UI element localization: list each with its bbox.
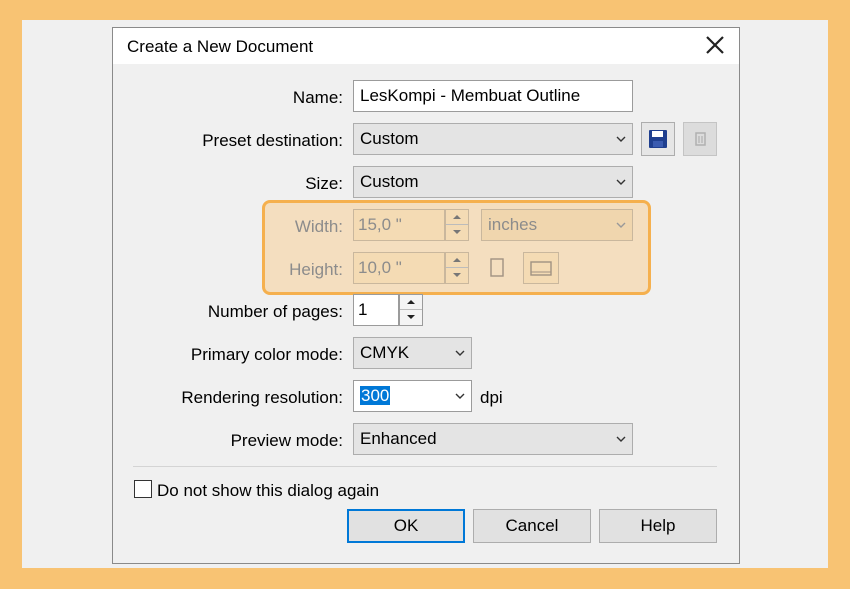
height-value: 10,0 "	[358, 258, 402, 277]
pages-decrement[interactable]	[400, 310, 422, 325]
units-select[interactable]: inches	[481, 209, 633, 241]
resolution-unit: dpi	[480, 388, 503, 407]
separator	[133, 466, 717, 467]
height-input[interactable]: 10,0 "	[353, 252, 445, 284]
preset-destination-label: Preset destination:	[202, 131, 343, 150]
width-value: 15,0 "	[358, 215, 402, 234]
create-document-dialog: Create a New Document Name: LesKompi - M…	[112, 27, 740, 564]
size-select[interactable]: Custom	[353, 166, 633, 198]
resolution-combo[interactable]: 300	[353, 380, 472, 412]
name-input-value: LesKompi - Membuat Outline	[360, 86, 581, 105]
preview-mode-value: Enhanced	[360, 429, 437, 448]
width-label: Width:	[294, 217, 343, 236]
cancel-button[interactable]: Cancel	[473, 509, 591, 543]
landscape-icon	[530, 261, 552, 276]
height-increment[interactable]	[446, 253, 468, 268]
pages-increment[interactable]	[400, 295, 422, 310]
dialog-titlebar: Create a New Document	[113, 28, 739, 64]
resolution-label: Rendering resolution:	[181, 388, 343, 407]
portrait-orientation-button[interactable]	[485, 252, 509, 282]
height-stepper[interactable]	[445, 252, 469, 284]
preview-mode-label: Preview mode:	[230, 431, 343, 450]
color-mode-label: Primary color mode:	[190, 345, 343, 364]
units-value: inches	[488, 215, 538, 234]
save-icon	[649, 130, 667, 148]
color-mode-select[interactable]: CMYK	[353, 337, 472, 369]
close-icon[interactable]	[697, 30, 733, 60]
width-stepper[interactable]	[445, 209, 469, 241]
dont-show-checkbox[interactable]	[134, 480, 152, 498]
delete-icon	[695, 132, 706, 146]
dialog-title: Create a New Document	[127, 37, 314, 56]
pages-input[interactable]: 1	[353, 294, 399, 326]
pages-label: Number of pages:	[207, 302, 343, 321]
delete-preset-button[interactable]	[683, 122, 717, 156]
chevron-down-icon	[455, 350, 465, 356]
landscape-orientation-button[interactable]	[523, 252, 559, 284]
width-increment[interactable]	[446, 210, 468, 225]
help-button[interactable]: Help	[599, 509, 717, 543]
chevron-down-icon	[616, 136, 626, 142]
width-input[interactable]: 15,0 "	[353, 209, 445, 241]
name-label: Name:	[292, 88, 343, 107]
dont-show-label[interactable]: Do not show this dialog again	[157, 481, 379, 501]
color-mode-value: CMYK	[360, 343, 410, 362]
portrait-icon	[490, 258, 504, 277]
width-decrement[interactable]	[446, 225, 468, 240]
chevron-down-icon	[616, 436, 626, 442]
height-label: Height:	[289, 260, 343, 279]
ok-button[interactable]: OK	[347, 509, 465, 543]
preset-destination-select[interactable]: Custom	[353, 123, 633, 155]
chevron-down-icon	[455, 393, 465, 399]
size-label: Size:	[305, 174, 343, 193]
size-value: Custom	[360, 172, 419, 191]
name-input[interactable]: LesKompi - Membuat Outline	[353, 80, 633, 112]
height-decrement[interactable]	[446, 268, 468, 283]
chevron-down-icon	[616, 179, 626, 185]
pages-stepper[interactable]	[399, 294, 423, 326]
resolution-value: 300	[360, 386, 391, 405]
save-preset-button[interactable]	[641, 122, 675, 156]
preview-mode-select[interactable]: Enhanced	[353, 423, 633, 455]
preset-destination-value: Custom	[360, 129, 419, 148]
pages-value: 1	[358, 300, 368, 319]
chevron-down-icon	[616, 222, 626, 228]
